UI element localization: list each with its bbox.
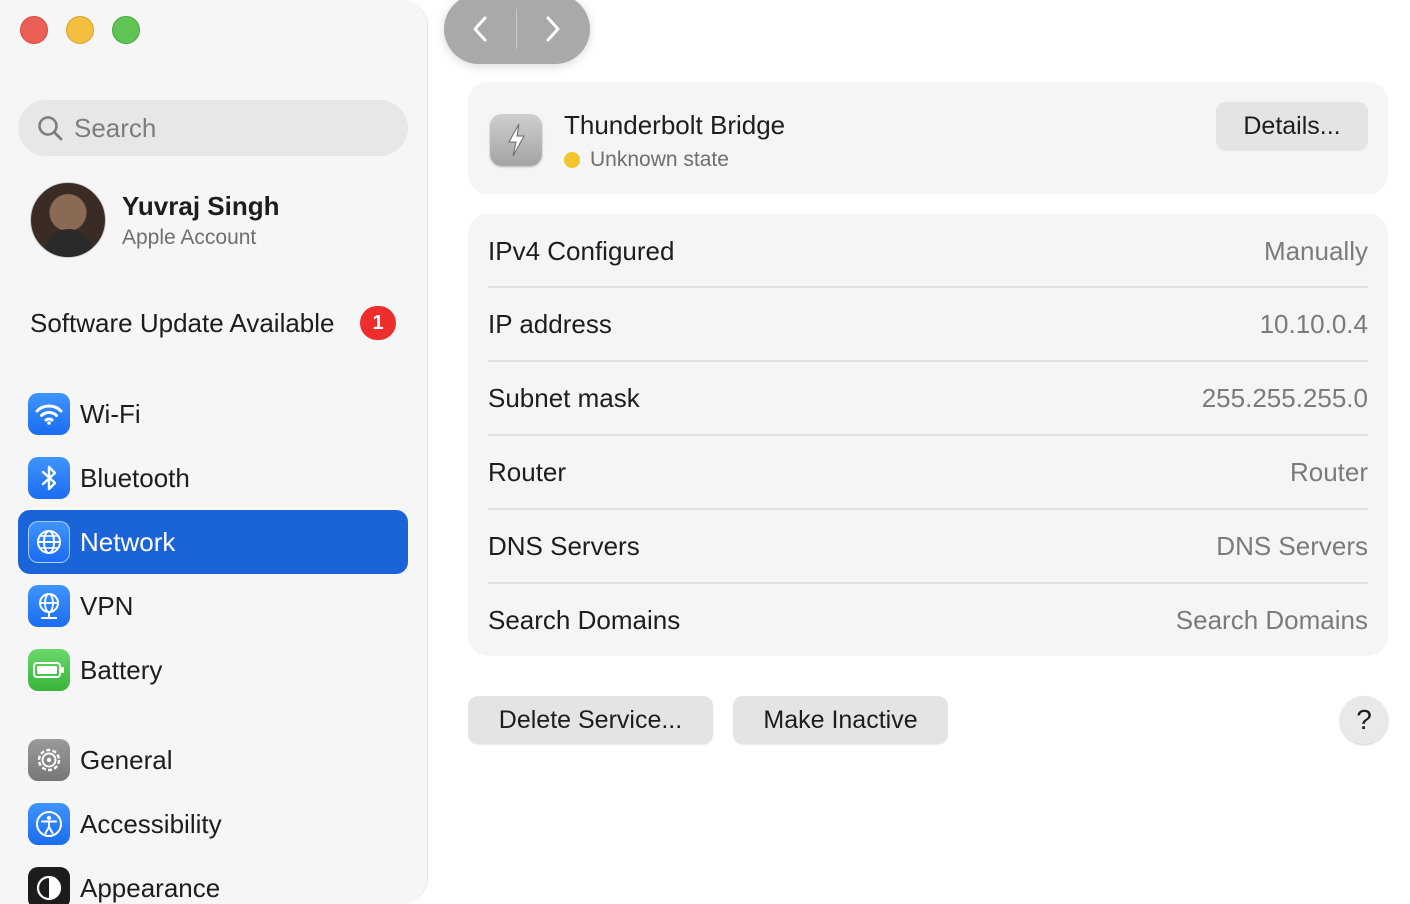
search-field[interactable] — [18, 100, 408, 156]
sidebar-item-label: Appearance — [80, 872, 221, 903]
sidebar-item-label: Accessibility — [80, 808, 222, 839]
sidebar-item-wifi[interactable]: Wi-Fi — [18, 382, 408, 446]
info-row-subnet-mask: Subnet mask 255.255.255.0 — [488, 360, 1368, 434]
sidebar-item-appearance[interactable]: Appearance — [18, 856, 408, 904]
sidebar-item-label: Bluetooth — [80, 462, 190, 493]
ip-info-card: IPv4 Configured Manually IP address 10.1… — [468, 214, 1388, 656]
row-label: IPv4 Configured — [488, 235, 675, 266]
globe-icon — [28, 521, 70, 563]
row-label: Router — [488, 456, 567, 487]
row-label: Subnet mask — [488, 382, 640, 413]
sidebar-item-vpn[interactable]: VPN — [18, 574, 408, 638]
sidebar-item-label: Network — [80, 526, 176, 557]
system-settings-window: Yuvraj Singh Apple Account Software Upda… — [0, 0, 1410, 904]
service-status: Unknown state — [564, 148, 729, 172]
row-label: Search Domains — [488, 604, 681, 635]
info-row-dns-servers: DNS Servers DNS Servers — [488, 508, 1368, 582]
window-controls — [20, 16, 140, 44]
update-count-badge: 1 — [360, 306, 396, 340]
bluetooth-icon — [28, 457, 70, 499]
status-dot — [564, 152, 580, 168]
thunderbolt-icon — [490, 114, 542, 166]
row-value: Search Domains — [1175, 604, 1368, 635]
sidebar-item-network[interactable]: Network — [18, 510, 408, 574]
chevron-left-icon — [473, 16, 487, 42]
avatar — [30, 182, 106, 258]
row-value: 255.255.255.0 — [1201, 382, 1368, 413]
battery-icon — [28, 649, 70, 691]
sidebar: Yuvraj Singh Apple Account Software Upda… — [0, 0, 428, 904]
gear-icon — [28, 739, 70, 781]
account-subtitle: Apple Account — [122, 225, 257, 249]
navigation-buttons — [444, 0, 590, 64]
info-row-router: Router Router — [488, 434, 1368, 508]
delete-service-button[interactable]: Delete Service... — [468, 696, 713, 744]
row-label: IP address — [488, 308, 612, 339]
row-value: Manually — [1263, 235, 1368, 266]
info-row-ipv4: IPv4 Configured Manually — [488, 214, 1368, 288]
vpn-globe-icon — [28, 585, 70, 627]
sidebar-item-general[interactable]: General — [18, 728, 408, 792]
info-row-search-domains: Search Domains Search Domains — [488, 582, 1368, 656]
sidebar-item-bluetooth[interactable]: Bluetooth — [18, 446, 408, 510]
zoom-window-button[interactable] — [112, 16, 140, 44]
make-inactive-button[interactable]: Make Inactive — [733, 696, 948, 744]
minimize-window-button[interactable] — [66, 16, 94, 44]
service-status-text: Unknown state — [590, 148, 729, 171]
back-button[interactable] — [444, 0, 516, 59]
apple-account[interactable]: Yuvraj Singh Apple Account — [30, 182, 280, 258]
service-name: Thunderbolt Bridge — [564, 110, 786, 140]
sidebar-item-battery[interactable]: Battery — [18, 638, 408, 702]
chevron-right-icon — [546, 16, 560, 42]
search-icon — [38, 116, 63, 141]
sidebar-item-label: Battery — [80, 654, 163, 685]
sidebar-item-label: Wi-Fi — [80, 398, 141, 429]
wifi-icon — [28, 393, 70, 435]
details-button[interactable]: Details... — [1216, 102, 1368, 150]
row-value: DNS Servers — [1216, 530, 1368, 561]
appearance-icon — [28, 867, 70, 904]
service-card: Thunderbolt Bridge Unknown state Details… — [468, 82, 1388, 194]
sidebar-item-label: General — [80, 744, 173, 775]
search-input[interactable] — [74, 112, 394, 144]
software-update-label: Software Update Available — [30, 307, 335, 338]
accessibility-icon — [28, 803, 70, 845]
row-value: 10.10.0.4 — [1259, 308, 1368, 339]
forward-button[interactable] — [517, 0, 589, 59]
info-row-ip-address: IP address 10.10.0.4 — [488, 286, 1368, 360]
close-window-button[interactable] — [20, 16, 48, 44]
sidebar-item-label: VPN — [80, 590, 134, 621]
software-update-item[interactable]: Software Update Available 1 — [30, 306, 396, 340]
account-name: Yuvraj Singh — [122, 190, 280, 221]
row-label: DNS Servers — [488, 530, 640, 561]
row-value: Router — [1289, 456, 1368, 487]
help-button[interactable]: ? — [1340, 696, 1388, 744]
sidebar-item-accessibility[interactable]: Accessibility — [18, 792, 408, 856]
